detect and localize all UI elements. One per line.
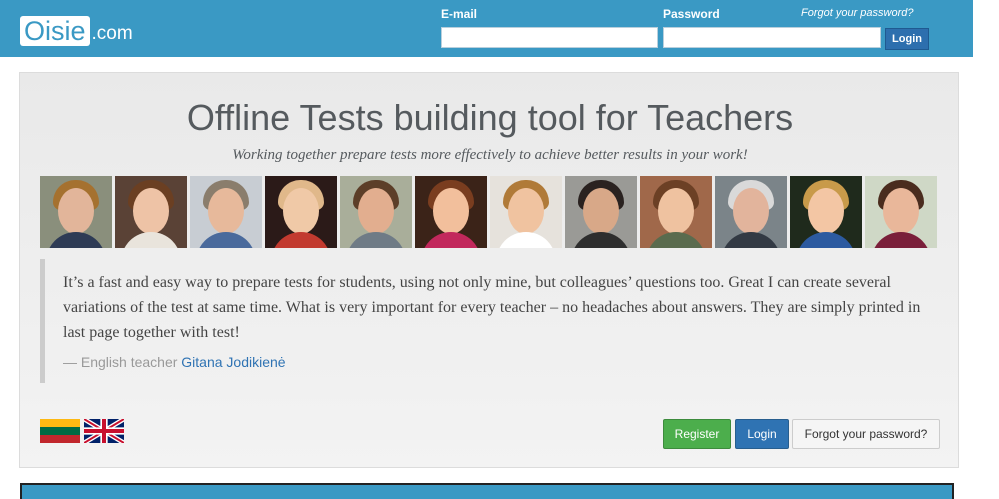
teacher-photo bbox=[715, 176, 787, 248]
top-header: Oisie .com E-mail Password Forgot your p… bbox=[0, 0, 973, 57]
register-button[interactable]: Register bbox=[663, 419, 731, 449]
password-field[interactable] bbox=[663, 27, 881, 48]
teacher-photo bbox=[490, 176, 562, 248]
teacher-photo bbox=[790, 176, 862, 248]
teacher-photo bbox=[415, 176, 487, 248]
bottom-section-bar bbox=[20, 483, 954, 499]
language-selector bbox=[40, 419, 124, 443]
uk-flag-icon[interactable] bbox=[84, 419, 124, 443]
teacher-photo bbox=[40, 176, 112, 248]
email-field[interactable] bbox=[441, 27, 658, 48]
hero-panel: Offline Tests building tool for Teachers… bbox=[19, 72, 959, 468]
teacher-photo bbox=[340, 176, 412, 248]
teacher-photo bbox=[865, 176, 937, 248]
password-label: Password bbox=[663, 7, 720, 21]
lithuanian-flag-icon[interactable] bbox=[40, 419, 80, 443]
header-login-button[interactable]: Login bbox=[885, 28, 929, 50]
teacher-photo bbox=[190, 176, 262, 248]
page-title: Offline Tests building tool for Teachers bbox=[186, 97, 794, 138]
quote-author: — English teacher Gitana Jodikienė bbox=[63, 354, 938, 370]
testimonial-quote: It’s a fast and easy way to prepare test… bbox=[40, 259, 938, 383]
teacher-photo bbox=[565, 176, 637, 248]
logo-main-text: Oisie bbox=[20, 16, 90, 46]
teacher-photo bbox=[115, 176, 187, 248]
page-subtitle: Working together prepare tests more effe… bbox=[232, 147, 748, 163]
quote-text: It’s a fast and easy way to prepare test… bbox=[63, 274, 921, 341]
author-link[interactable]: Gitana Jodikienė bbox=[181, 354, 285, 370]
logo[interactable]: Oisie .com bbox=[20, 16, 133, 46]
teacher-photo bbox=[265, 176, 337, 248]
forgot-password-button[interactable]: Forgot your password? bbox=[792, 419, 940, 449]
teacher-photo bbox=[640, 176, 712, 248]
forgot-password-link[interactable]: Forgot your password? bbox=[801, 7, 914, 19]
author-prefix: — English teacher bbox=[63, 354, 182, 370]
teacher-photo-strip bbox=[40, 176, 937, 248]
email-label: E-mail bbox=[441, 7, 478, 21]
login-button[interactable]: Login bbox=[735, 419, 789, 449]
logo-suffix-text: .com bbox=[91, 23, 133, 44]
